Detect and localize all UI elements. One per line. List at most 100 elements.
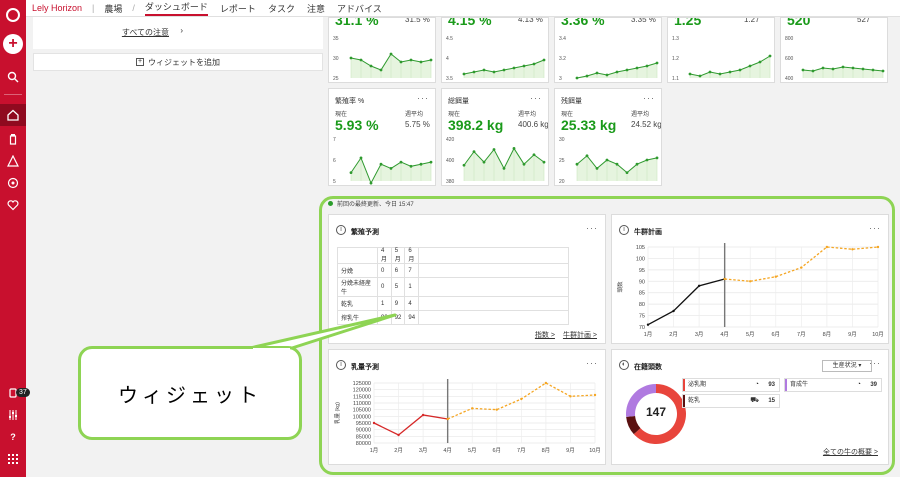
widget-menu-button[interactable]: ···	[586, 223, 598, 233]
kpi-card[interactable]: 7 6 5 繁殖率 % ··· 現在 週平均 5.93 % 5.75 %	[328, 88, 436, 186]
top-navigation: Lely Horizon | 農場 / ダッシュボード レポート タスク 注意 …	[26, 0, 900, 17]
kpi-title: 残餌量	[561, 98, 582, 105]
kpi-point	[831, 67, 835, 71]
nav-alerts[interactable]: 注意	[307, 2, 325, 15]
series-point	[749, 280, 752, 283]
index-link[interactable]: 指数 >	[535, 330, 555, 340]
kpi-point	[532, 62, 536, 66]
series-point	[569, 395, 572, 398]
kpi-point	[349, 171, 353, 174]
kpi-tick-label: 3	[559, 76, 562, 82]
nav-farm[interactable]: 農場	[104, 2, 122, 15]
kpi-point	[379, 68, 383, 72]
milk-bottle-icon[interactable]	[0, 128, 26, 150]
heart-icon[interactable]	[0, 194, 26, 216]
dashboard-icon[interactable]	[0, 104, 26, 126]
kpi-point	[595, 167, 599, 170]
kpi-title: 繁殖率 %	[335, 98, 365, 105]
legend-young-stock[interactable]: 育成牛 ◔ 39	[784, 378, 882, 392]
kpi-card[interactable]: 35 30 25 31.1 % 31.5 %	[328, 17, 436, 83]
search-icon[interactable]	[0, 66, 26, 88]
last-update-text: 前回の最終更新、今日 15:47	[337, 202, 414, 208]
kpi-card[interactable]: 4.5 4 3.5 4.15 % 4.13 %	[441, 17, 549, 83]
series-point	[471, 407, 474, 410]
y-axis-label: 乳量 (kg)	[333, 402, 341, 424]
kpi-card[interactable]: 420 400 380 総餌量 ··· 現在 週平均 398.2 kg 400.6 kg	[441, 88, 549, 186]
kpi-average-value: 527	[857, 17, 871, 24]
calving-table: 4月 5月 6月 分娩 0 6 7 分娩未経産牛 0 5 1 乾乳 1 9 4 …	[337, 247, 570, 325]
kpi-tick-label: 25	[333, 76, 339, 82]
nav-reports[interactable]: レポート	[220, 2, 256, 15]
kpi-point	[419, 60, 423, 64]
legend-dry[interactable]: 乾乳 ⛟ 15	[682, 394, 780, 408]
x-tick-label: 10月	[872, 331, 884, 338]
kpi-card[interactable]: 1.3 1.2 1.1 1.25 1.27	[667, 17, 775, 83]
x-tick-label: 1月	[644, 331, 653, 338]
kpi-tick-label: 30	[559, 137, 565, 143]
series-point	[397, 433, 400, 437]
production-status-select[interactable]: 生産状況 ▾	[822, 360, 872, 372]
kpi-point	[369, 181, 373, 185]
legend-lactating[interactable]: 泌乳期 ◔ 93	[682, 378, 780, 392]
lely-logo-icon[interactable]	[0, 4, 26, 26]
all-alerts-link[interactable]: すべての注意	[122, 27, 169, 38]
add-button[interactable]: +	[0, 32, 26, 56]
y-tick-label: 90	[639, 279, 645, 285]
kpi-point	[605, 158, 609, 162]
y-tick-label: 120000	[353, 388, 371, 394]
kpi-point	[758, 60, 762, 64]
kpi-average-value: 3.35 %	[631, 17, 656, 24]
kpi-card[interactable]: 30 25 20 残餌量 ··· 現在 週平均 25.33 kg 24.52 kg	[554, 88, 662, 186]
series-point	[723, 277, 726, 281]
kpi-current-value: 520	[787, 17, 811, 28]
herd-plan-link[interactable]: 牛群計画 >	[563, 330, 597, 340]
kpi-menu-button[interactable]: ···	[643, 93, 655, 103]
kpi-card[interactable]: 3.4 3.2 3 3.36 % 3.35 %	[554, 17, 662, 83]
series-point	[372, 421, 376, 425]
sidebar: + 37 ?	[0, 0, 30, 477]
widget-title: 在籍頭数	[634, 364, 662, 371]
warning-icon[interactable]	[0, 150, 26, 172]
kpi-point	[728, 70, 732, 74]
kpi-card[interactable]: 800 600 400 520 527	[780, 17, 888, 83]
widget-menu-button[interactable]: ···	[869, 358, 881, 368]
x-tick-label: 10月	[589, 447, 601, 454]
y-tick-label: 115000	[353, 394, 371, 400]
plus-box-icon: +	[136, 58, 144, 66]
notification-badge: 37	[16, 388, 30, 397]
kpi-current-value: 25.33 kg	[561, 117, 617, 133]
kpi-point	[585, 154, 589, 158]
nav-tasks[interactable]: タスク	[268, 2, 295, 15]
series-point	[446, 417, 449, 421]
nav-advice[interactable]: アドバイス	[337, 2, 382, 15]
kpi-menu-button[interactable]: ···	[530, 93, 542, 103]
brand-name[interactable]: Lely Horizon	[32, 3, 82, 13]
kpi-tick-label: 1.3	[672, 36, 679, 42]
nav-dashboard[interactable]: ダッシュボード	[144, 0, 208, 16]
kpi-point	[708, 70, 712, 74]
help-icon[interactable]: ?	[0, 426, 26, 448]
kpi-menu-button[interactable]: ···	[417, 93, 429, 103]
y-tick-label: 95000	[356, 421, 371, 427]
alerts-card: すべての注意 ›	[33, 17, 323, 49]
kpi-point	[645, 64, 649, 68]
settings-sliders-icon[interactable]	[0, 404, 26, 426]
kpi-point	[502, 167, 506, 170]
kpi-tick-label: 3.2	[559, 56, 566, 62]
health-icon[interactable]	[0, 172, 26, 194]
apps-grid-icon[interactable]	[0, 448, 26, 470]
screen-root: + 37 ? Lely Horizon | 農場 / ダッシュボード レポート …	[0, 0, 900, 477]
x-tick-label: 8月	[823, 331, 832, 338]
kpi-current-value: 5.93 %	[335, 117, 379, 133]
y-tick-label: 80	[639, 302, 645, 308]
kpi-point	[585, 74, 589, 78]
info-icon[interactable]: i	[336, 225, 346, 235]
kpi-point	[409, 164, 413, 168]
kpi-point	[512, 66, 516, 70]
last-update-status: 前回の最終更新、今日 15:47	[328, 199, 414, 208]
all-cows-overview-link[interactable]: 全ての牛の概要 >	[823, 447, 878, 457]
y-tick-label: 80000	[356, 441, 371, 447]
kpi-point	[492, 148, 496, 151]
add-widget-button[interactable]: + ウィジェットを追加	[33, 53, 323, 71]
kpi-point	[615, 70, 619, 74]
